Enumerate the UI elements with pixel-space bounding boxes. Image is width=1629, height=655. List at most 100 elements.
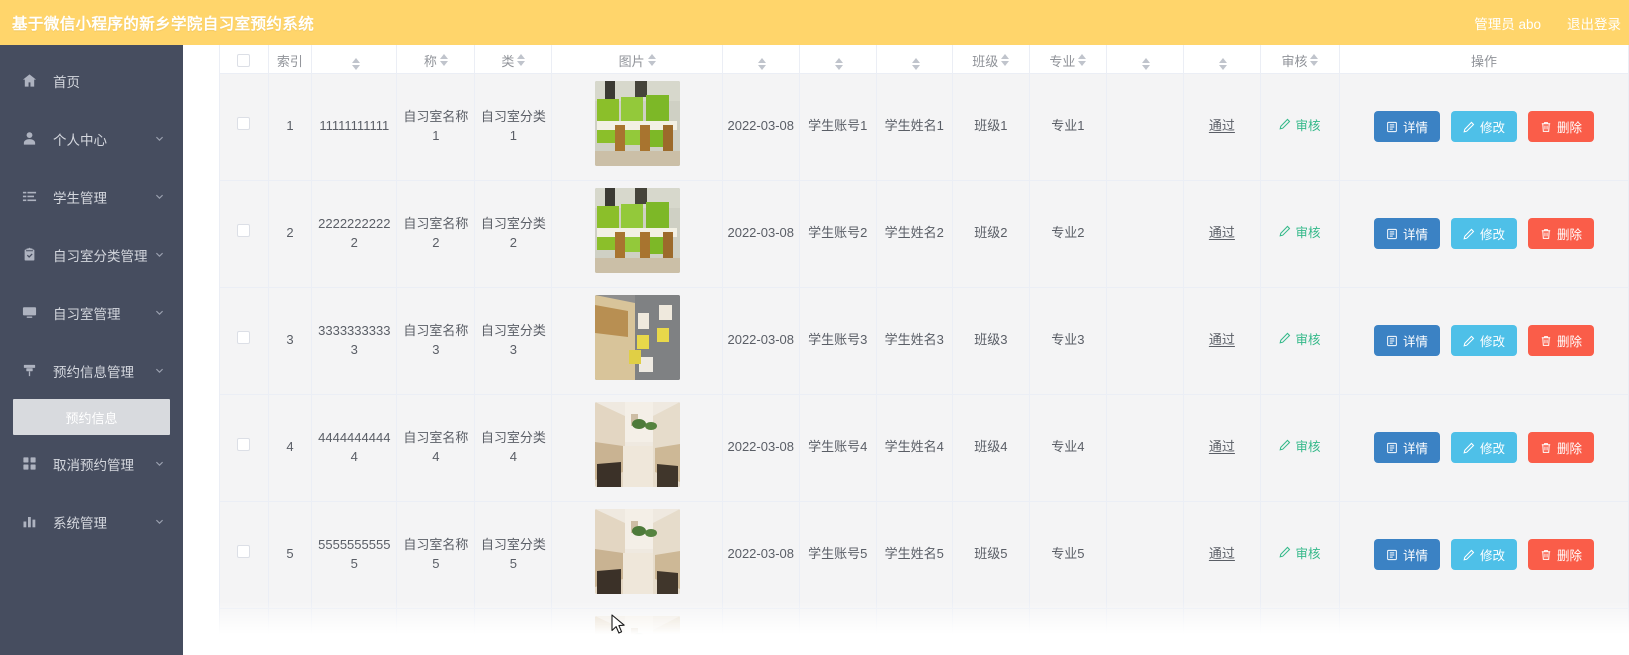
header-blank[interactable] xyxy=(1106,45,1184,74)
room-thumbnail[interactable] xyxy=(594,81,680,167)
edit-button[interactable]: 修改 xyxy=(1450,218,1517,249)
header-room-name[interactable]: 称 xyxy=(396,45,476,74)
row-checkbox[interactable] xyxy=(237,438,251,452)
audit-link[interactable]: 审核 xyxy=(1279,438,1320,456)
cell-room-name: 自习室名称3 xyxy=(396,287,476,395)
header-audit[interactable]: 审核 xyxy=(1260,45,1340,74)
audit-link[interactable]: 审核 xyxy=(1279,331,1320,349)
delete-button[interactable]: 删除 xyxy=(1527,325,1594,356)
room-thumbnail[interactable] xyxy=(594,295,680,381)
sidebar-item-reservation-info-management[interactable]: 预约信息管理 xyxy=(0,348,183,393)
cell-operations: 详情 修改 删除 xyxy=(1339,608,1629,655)
cell-audit[interactable]: 审核 xyxy=(1260,394,1340,502)
delete-button[interactable]: 删除 xyxy=(1527,432,1594,463)
sort-icon[interactable] xyxy=(517,54,526,66)
sort-icon[interactable] xyxy=(1001,54,1010,66)
detail-button[interactable]: 详情 xyxy=(1373,432,1440,463)
sort-icon[interactable] xyxy=(647,54,656,66)
table-row[interactable]: 3 33333333333 自习室名称3 自习室分类3 2022-03-08 学生账号3 学… xyxy=(219,287,1629,395)
delete-button[interactable]: 删除 xyxy=(1527,111,1594,142)
sort-icon[interactable] xyxy=(835,57,844,70)
edit-button[interactable]: 修改 xyxy=(1450,325,1517,356)
cell-image[interactable] xyxy=(551,180,723,288)
cell-audit[interactable]: 审核 xyxy=(1260,73,1340,181)
sidebar-item-student-management[interactable]: 学生管理 xyxy=(0,174,183,219)
header-major[interactable]: 专业 xyxy=(1029,45,1107,74)
audit-link[interactable]: 审核 xyxy=(1279,545,1320,563)
room-thumbnail[interactable] xyxy=(594,616,680,655)
table-row[interactable]: 666666666666自习室名称6自习室分类62022-03-08学生账号6学… xyxy=(219,608,1629,655)
room-thumbnail[interactable] xyxy=(594,188,680,274)
delete-button[interactable]: 删除 xyxy=(1527,218,1594,249)
row-checkbox[interactable] xyxy=(237,331,251,345)
cell-image[interactable] xyxy=(551,73,723,181)
table-row[interactable]: 2 22222222222 自习室名称2 自习室分类2 2022-03-08 学生账号2 学… xyxy=(219,180,1629,288)
row-select-cell[interactable] xyxy=(219,608,269,655)
table-row[interactable]: 5 55555555555 自习室名称5 自习室分类5 2022-03-08 学生账号5 学… xyxy=(219,501,1629,609)
room-thumbnail[interactable] xyxy=(594,509,680,595)
header-select-all[interactable] xyxy=(219,45,269,74)
edit-button[interactable]: 修改 xyxy=(1450,539,1517,570)
cell-audit[interactable]: 审核 xyxy=(1260,608,1340,655)
select-all-checkbox[interactable] xyxy=(237,53,251,67)
reservation-table-scroll-area[interactable]: 索引 称 类 图片 班级 专业 审核 操作 1 11111111111 自习室名… xyxy=(219,45,1629,655)
header-category[interactable]: 类 xyxy=(474,45,553,74)
row-select-cell[interactable] xyxy=(219,394,269,502)
header-student-name[interactable] xyxy=(876,45,953,74)
header-class[interactable]: 班级 xyxy=(952,45,1030,74)
row-select-cell[interactable] xyxy=(219,287,269,395)
detail-button[interactable]: 详情 xyxy=(1373,539,1440,570)
detail-button[interactable]: 详情 xyxy=(1373,111,1440,142)
sort-icon[interactable] xyxy=(758,57,767,70)
delete-button[interactable]: 删除 xyxy=(1527,539,1594,570)
cell-audit[interactable]: 审核 xyxy=(1260,501,1340,609)
cell-audit[interactable]: 审核 xyxy=(1260,180,1340,288)
table-row[interactable]: 4 44444444444 自习室名称4 自习室分类4 2022-03-08 学生账号4 学… xyxy=(219,394,1629,502)
row-select-cell[interactable] xyxy=(219,501,269,609)
sort-icon[interactable] xyxy=(1219,57,1228,70)
room-thumbnail[interactable] xyxy=(594,402,680,488)
sidebar-item-home[interactable]: 首页 xyxy=(0,58,183,103)
cell-image[interactable] xyxy=(551,501,723,609)
sort-icon[interactable] xyxy=(1142,57,1151,70)
cell-audit[interactable]: 审核 xyxy=(1260,287,1340,395)
sort-icon[interactable] xyxy=(351,57,360,70)
sort-icon[interactable] xyxy=(439,54,448,66)
detail-button[interactable]: 详情 xyxy=(1373,218,1440,249)
sort-icon[interactable] xyxy=(1078,54,1087,66)
sort-icon[interactable] xyxy=(911,57,920,70)
row-select-cell[interactable] xyxy=(219,180,269,288)
sidebar-item-cancel-reservation-management[interactable]: 取消预约管理 xyxy=(0,441,183,486)
detail-button[interactable]: 详情 xyxy=(1373,325,1440,356)
sort-icon[interactable] xyxy=(1310,54,1319,66)
sidebar-item-personal-center[interactable]: 个人中心 xyxy=(0,116,183,161)
cell-image[interactable] xyxy=(551,394,723,502)
row-checkbox[interactable] xyxy=(237,224,251,238)
logout-button[interactable]: 退出登录 xyxy=(1567,13,1621,33)
edit-button[interactable]: 修改 xyxy=(1450,432,1517,463)
header-student-account[interactable] xyxy=(799,45,877,74)
audit-link[interactable]: 审核 xyxy=(1279,224,1320,242)
sidebar-subitem-reservation-info[interactable]: 预约信息 xyxy=(13,399,170,435)
detail-button[interactable]: 详情 xyxy=(1373,646,1440,655)
audit-link[interactable]: 审核 xyxy=(1279,117,1320,135)
row-select-cell[interactable] xyxy=(219,73,269,181)
sidebar-item-studyroom-category-management[interactable]: 自习室分类管理 xyxy=(0,232,183,277)
sidebar-item-studyroom-management[interactable]: 自习室管理 xyxy=(0,290,183,335)
row-checkbox[interactable] xyxy=(237,117,251,131)
edit-button[interactable]: 修改 xyxy=(1450,111,1517,142)
delete-button[interactable]: 删除 xyxy=(1527,646,1594,655)
table-row[interactable]: 1 11111111111 自习室名称1 自习室分类1 2022-03-08 学生账号1 学… xyxy=(219,73,1629,181)
header-number[interactable] xyxy=(311,45,398,74)
cell-image[interactable] xyxy=(551,287,723,395)
header-date[interactable] xyxy=(722,45,800,74)
header-image[interactable]: 图片 xyxy=(551,45,723,74)
header-status[interactable] xyxy=(1183,45,1261,74)
sidebar-item-label: 自习室分类管理 xyxy=(53,248,148,264)
header-index: 索引 xyxy=(268,45,313,74)
edit-button[interactable]: 修改 xyxy=(1450,646,1517,655)
operations-group: 详情 修改 删除 xyxy=(1344,111,1624,142)
cell-image[interactable] xyxy=(551,608,723,655)
sidebar-item-system-management[interactable]: 系统管理 xyxy=(0,499,183,544)
row-checkbox[interactable] xyxy=(237,545,251,559)
